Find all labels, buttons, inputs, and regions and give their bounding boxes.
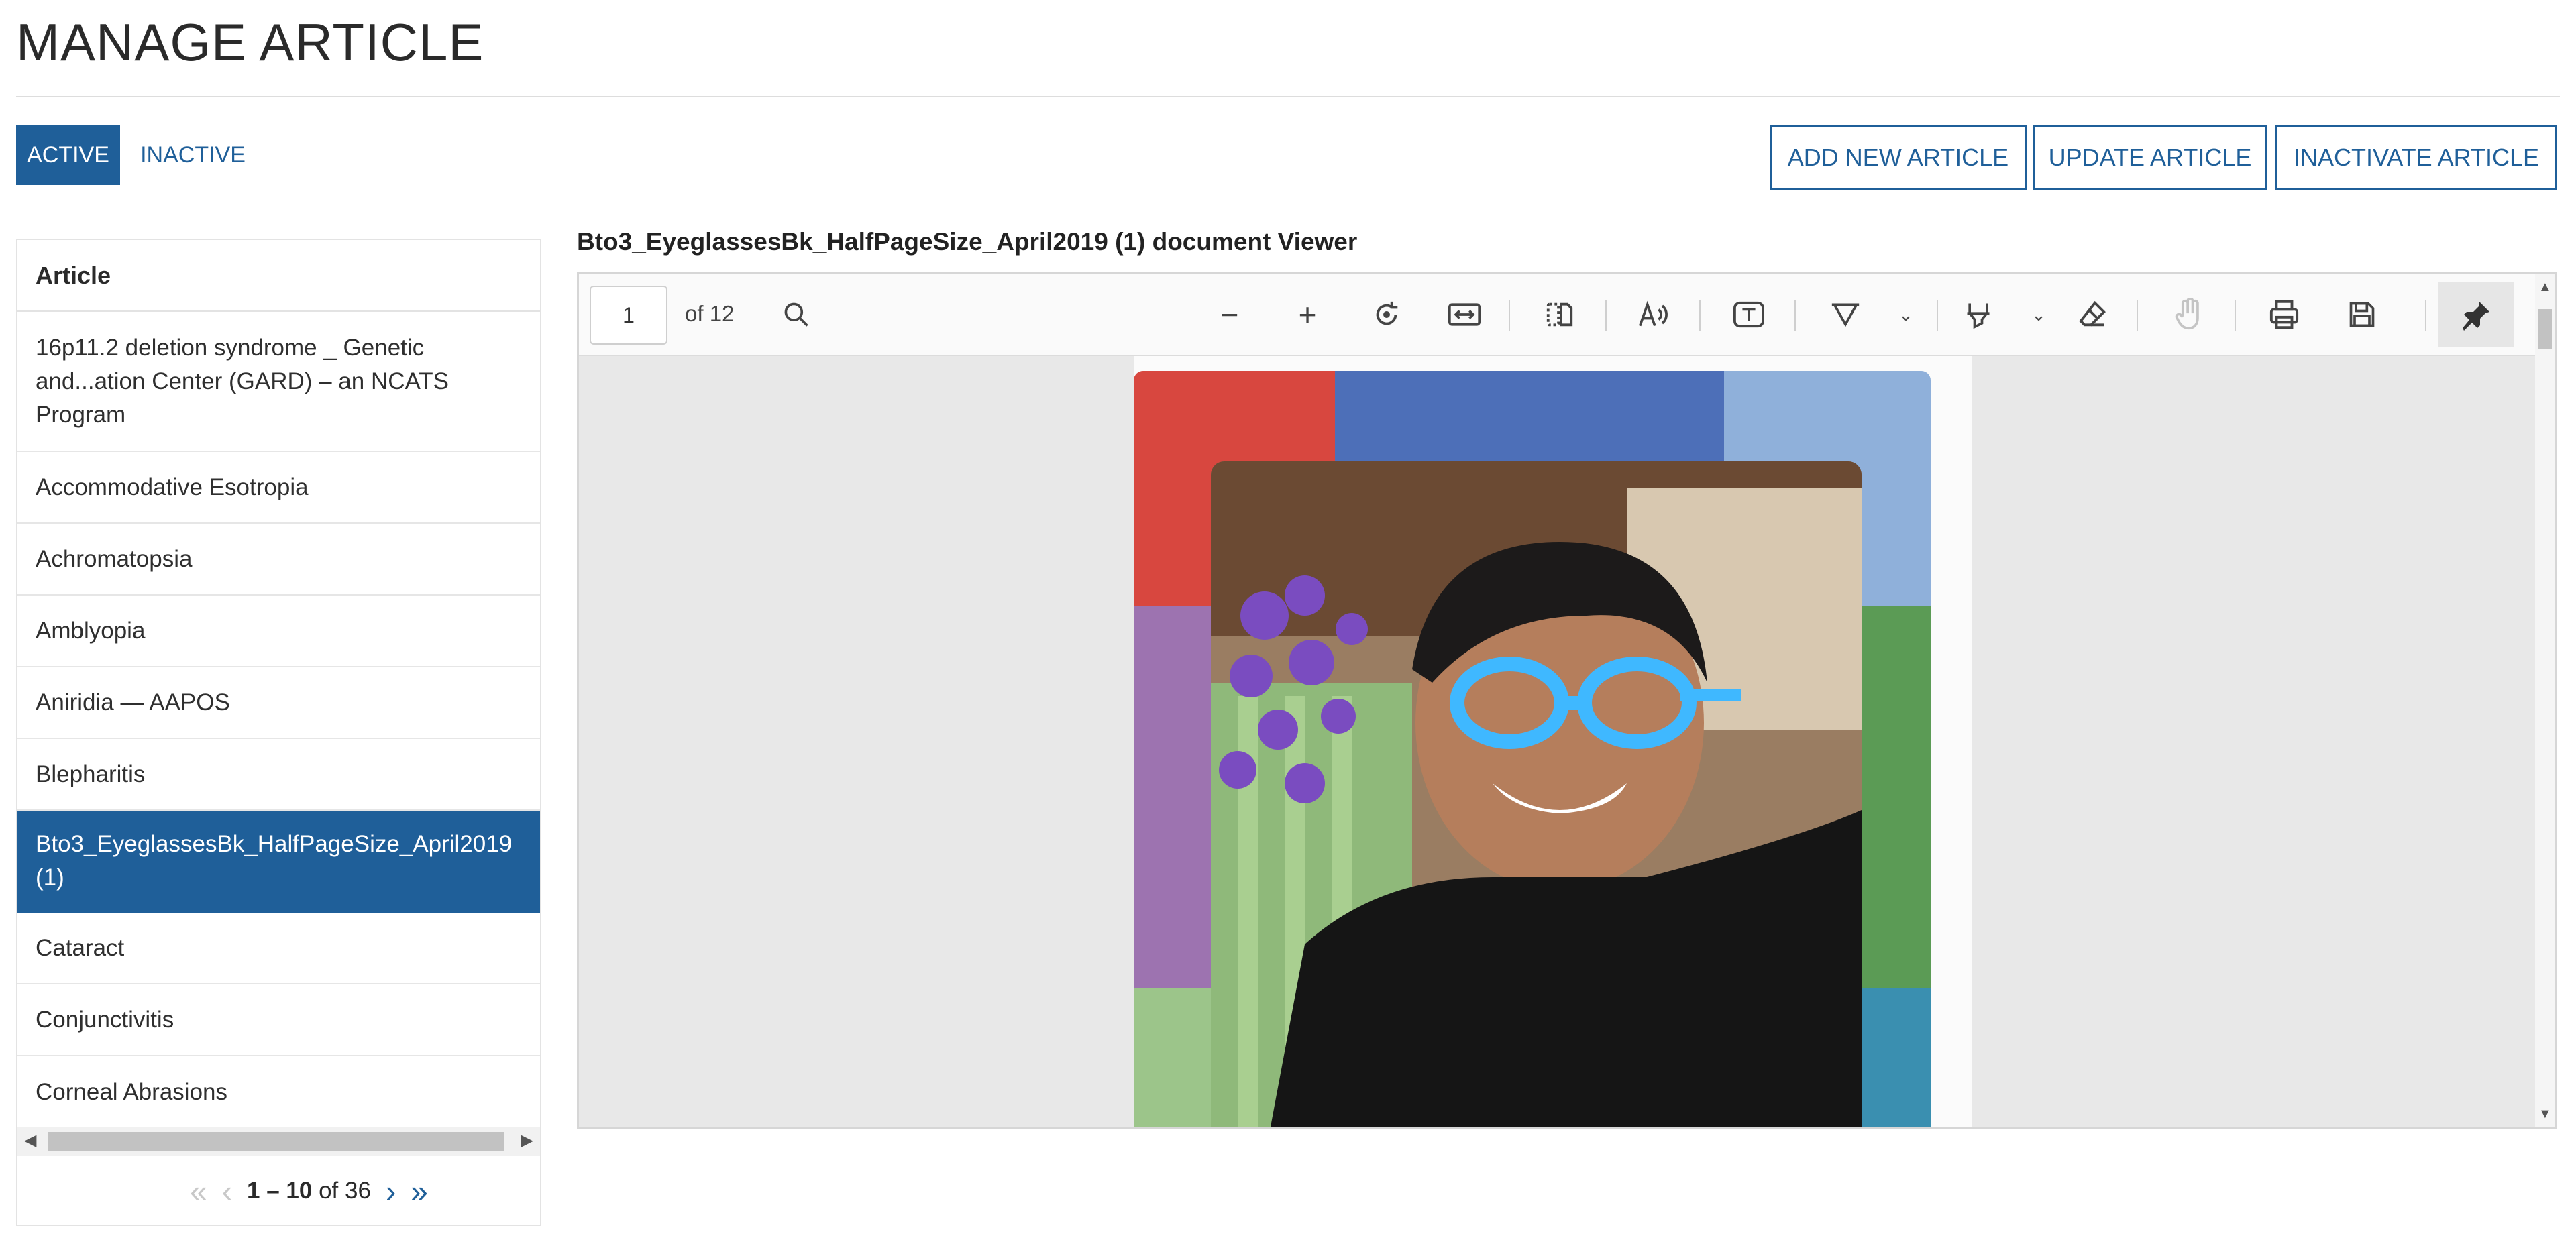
table-row[interactable]: Conjunctivitis (17, 984, 540, 1056)
toolbar-separator (2235, 300, 2236, 331)
toolbar-separator (1794, 300, 1796, 331)
pan-hand-icon[interactable] (2165, 290, 2213, 339)
update-article-button[interactable]: UPDATE ARTICLE (2033, 125, 2267, 190)
tab-active[interactable]: ACTIVE (16, 125, 120, 185)
text-box-icon[interactable] (1725, 290, 1773, 339)
row-label: Accommodative Esotropia (36, 473, 309, 500)
burlap-frame-image (1134, 371, 1931, 1127)
frame-purple-block (1134, 606, 1211, 988)
frame-blue-block (1335, 371, 1724, 461)
eraser-icon[interactable] (2068, 290, 2116, 339)
last-page-icon[interactable]: » (411, 1173, 428, 1209)
row-label: Conjunctivitis (36, 1006, 174, 1033)
article-grid: Article 16p11.2 deletion syndrome _ Gene… (16, 239, 541, 1226)
toolbar-separator (1699, 300, 1701, 331)
highlighter-icon[interactable] (1954, 290, 2002, 339)
scrollbar-thumb[interactable] (2538, 309, 2552, 349)
page-number-input[interactable]: 1 (590, 286, 667, 345)
row-label: Achromatopsia (36, 545, 193, 572)
next-page-icon[interactable]: › (386, 1173, 396, 1209)
table-row[interactable]: Accommodative Esotropia (17, 452, 540, 524)
inactivate-article-button[interactable]: INACTIVATE ARTICLE (2275, 125, 2557, 190)
row-label: Aniridia — AAPOS (36, 689, 230, 716)
row-label: Blepharitis (36, 760, 146, 787)
scroll-left-icon[interactable]: ◀ (24, 1131, 36, 1150)
row-label: Corneal Abrasions (36, 1078, 227, 1105)
pager-of: of (319, 1178, 339, 1204)
title-divider (16, 96, 2560, 97)
pager: « ‹ 1 – 10 of 36 › » (17, 1156, 540, 1226)
pager-total: 36 (345, 1178, 371, 1204)
pager-info: 1 – 10 of 36 (247, 1178, 371, 1204)
toolbar-separator (2137, 300, 2138, 331)
toolbar-separator (1937, 300, 1938, 331)
grid-header-article[interactable]: Article (17, 240, 540, 312)
rotate-icon[interactable] (1362, 290, 1411, 339)
table-row[interactable]: Amblyopia (17, 596, 540, 667)
draw-icon[interactable] (1821, 290, 1870, 339)
table-row[interactable]: Cataract (17, 913, 540, 984)
page-organize-icon[interactable] (1536, 290, 1584, 339)
chevron-down-icon[interactable]: ⌄ (1894, 290, 1918, 339)
toolbar-separator (1605, 300, 1607, 331)
row-label: Amblyopia (36, 617, 146, 644)
document-viewer: 1 of 12 − + ⌄ ⌄ ▲ ▼ (577, 272, 2557, 1129)
scrollbar-thumb[interactable] (48, 1132, 504, 1151)
vertical-scrollbar[interactable]: ▲ ▼ (2535, 274, 2555, 1127)
row-label: Cataract (36, 934, 125, 961)
page-count: of 12 (685, 301, 735, 326)
frame-teal-block (1862, 988, 1931, 1127)
page-title: MANAGE ARTICLE (16, 13, 484, 72)
chevron-down-icon[interactable]: ⌄ (2027, 290, 2051, 339)
photo-illustration (1211, 461, 1862, 1127)
first-page-icon[interactable]: « (190, 1173, 207, 1209)
pin-icon[interactable] (2438, 282, 2514, 347)
scroll-down-icon[interactable]: ▼ (2538, 1107, 2552, 1122)
frame-lightgreen-block (1134, 988, 1211, 1127)
row-label: Bto3_EyeglassesBk_HalfPageSize_April2019… (36, 831, 513, 891)
scroll-right-icon[interactable]: ▶ (521, 1131, 533, 1150)
toolbar-separator (2425, 300, 2426, 331)
viewer-title: Bto3_EyeglassesBk_HalfPageSize_April2019… (577, 228, 1358, 256)
horizontal-scrollbar[interactable]: ◀ ▶ (17, 1127, 540, 1156)
fit-width-icon[interactable] (1440, 290, 1489, 339)
table-row-selected[interactable]: Bto3_EyeglassesBk_HalfPageSize_April2019… (17, 811, 540, 913)
table-row[interactable]: Blepharitis (17, 739, 540, 811)
search-icon[interactable] (772, 290, 820, 339)
table-row[interactable]: 16p11.2 deletion syndrome _ Genetic and.… (17, 312, 540, 452)
viewer-toolbar: 1 of 12 − + ⌄ ⌄ (579, 274, 2535, 356)
zoom-in-icon[interactable]: + (1283, 290, 1332, 339)
save-icon[interactable] (2338, 290, 2386, 339)
previous-page-icon[interactable]: ‹ (222, 1173, 232, 1209)
add-new-article-button[interactable]: ADD NEW ARTICLE (1770, 125, 2027, 190)
scroll-up-icon[interactable]: ▲ (2538, 280, 2552, 295)
table-row[interactable]: Achromatopsia (17, 524, 540, 596)
read-aloud-icon[interactable] (1629, 290, 1678, 339)
tab-inactive[interactable]: INACTIVE (134, 125, 252, 185)
document-page (1134, 356, 1972, 1127)
zoom-out-icon[interactable]: − (1205, 290, 1254, 339)
pager-range: 1 – 10 (247, 1178, 313, 1204)
toolbar-separator (1509, 300, 1510, 331)
frame-green-block (1862, 606, 1931, 988)
child-photo (1211, 461, 1862, 1127)
table-row[interactable]: Corneal Abrasions (17, 1056, 540, 1128)
table-row[interactable]: Aniridia — AAPOS (17, 667, 540, 739)
print-icon[interactable] (2260, 290, 2308, 339)
row-label: 16p11.2 deletion syndrome _ Genetic and.… (36, 334, 449, 428)
